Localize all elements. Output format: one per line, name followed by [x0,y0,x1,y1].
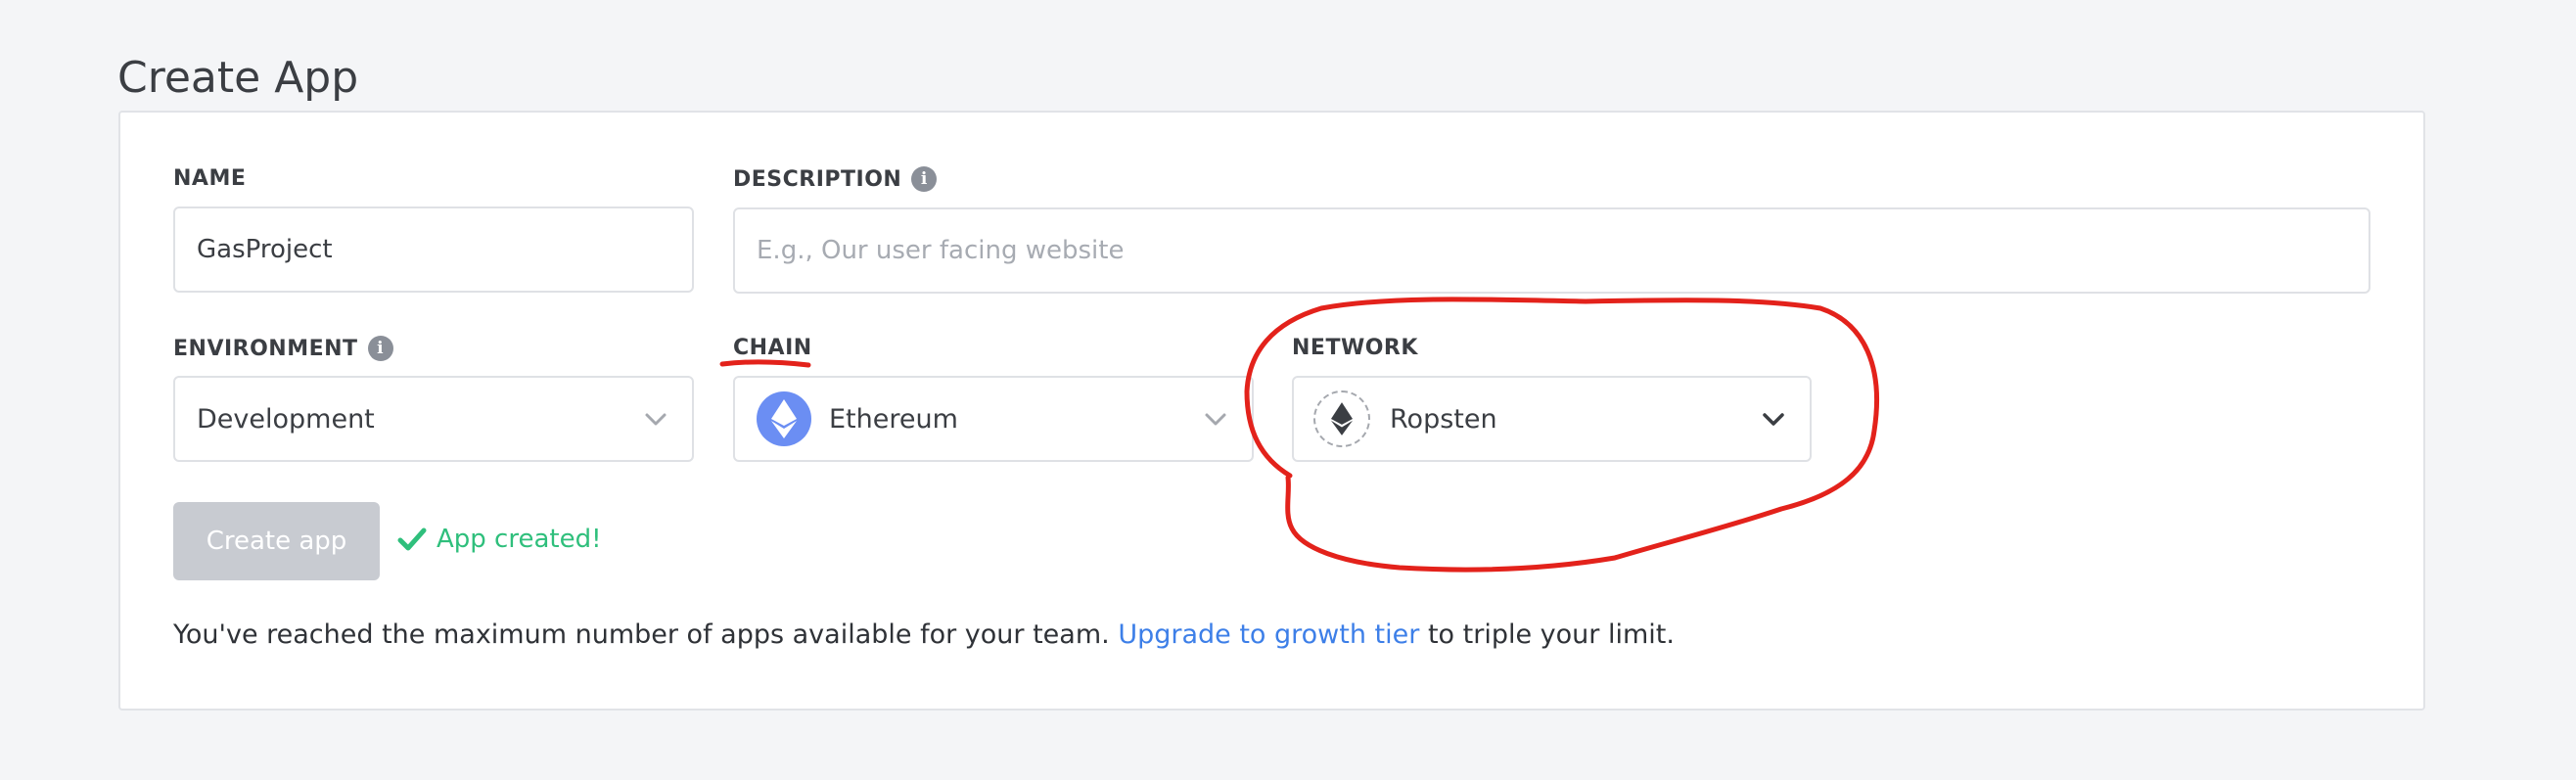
name-label-text: NAME [173,166,247,191]
environment-select[interactable]: Development [173,376,694,462]
success-message-text: App created! [437,525,602,554]
success-message: App created! [397,525,602,554]
ethereum-icon [757,391,811,446]
ethereum-icon [1313,390,1370,447]
create-app-button[interactable]: Create app [173,502,380,580]
network-selected-value: Ropsten [1390,403,1497,435]
name-input[interactable] [175,235,692,264]
name-label: NAME [173,166,246,191]
description-field[interactable] [733,207,2370,294]
environment-selected-value: Development [197,403,375,435]
network-select[interactable]: Ropsten [1292,376,1812,462]
name-field[interactable] [173,206,694,293]
chain-label: CHAIN [733,336,812,360]
upgrade-link[interactable]: Upgrade to growth tier [1118,619,1419,650]
environment-label: ENVIRONMENT i [173,336,393,361]
page-title: Create App [117,53,359,103]
chevron-down-icon [1205,413,1226,426]
chevron-down-icon [1763,413,1784,426]
network-label: NETWORK [1292,336,1418,360]
description-label: DESCRIPTION i [733,166,938,192]
check-icon [397,528,427,551]
chain-selected-value: Ethereum [829,403,958,435]
chevron-down-icon [645,413,667,426]
limit-text-after: to triple your limit. [1419,619,1675,650]
description-label-text: DESCRIPTION [733,166,902,192]
network-label-text: NETWORK [1292,336,1418,360]
environment-label-text: ENVIRONMENT [173,336,358,361]
info-icon[interactable]: i [911,166,938,192]
description-input[interactable] [735,236,2369,265]
app-limit-notice: You've reached the maximum number of app… [173,619,1675,650]
limit-text-before: You've reached the maximum number of app… [173,619,1119,650]
chain-label-text: CHAIN [733,336,812,360]
chain-select[interactable]: Ethereum [733,376,1254,462]
info-icon[interactable]: i [367,336,393,361]
